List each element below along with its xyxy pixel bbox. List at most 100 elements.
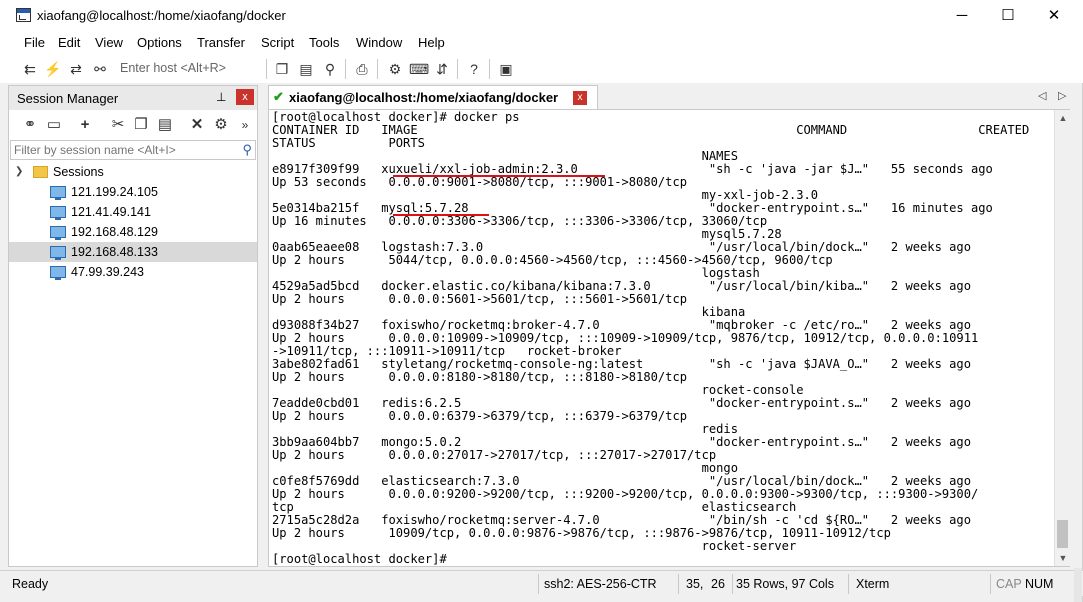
tab-icon[interactable]: ▭ — [44, 114, 64, 136]
status-row: 35, — [686, 577, 704, 591]
tab-close-button[interactable]: x — [573, 91, 587, 105]
tab-next-icon[interactable]: ▷ — [1058, 89, 1066, 102]
session-manager-close-button[interactable]: x — [236, 89, 254, 105]
sessions-folder-label: Sessions — [53, 165, 104, 179]
settings-icon[interactable]: ⚙ — [385, 59, 405, 79]
link-icon[interactable]: ⚭ — [20, 114, 40, 136]
status-bar: Ready ssh2: AES-256-CTR 35, 26 35 Rows, … — [0, 570, 1083, 596]
session-tree: ❯ Sessions 121.199.24.105 121.41.49.141 … — [9, 162, 257, 282]
quick-connect-icon[interactable]: ⚡ — [43, 59, 63, 79]
menu-options[interactable]: Options — [137, 35, 182, 50]
toolbar-separator — [377, 59, 378, 79]
status-separator — [732, 574, 733, 594]
tab-session[interactable]: ✔ xiaofang@localhost:/home/xiaofang/dock… — [268, 85, 598, 109]
monitor-icon — [50, 226, 66, 240]
keymap-icon[interactable]: ⌨ — [409, 59, 429, 79]
add-session-icon[interactable]: + — [75, 114, 95, 136]
session-label: 121.199.24.105 — [71, 185, 158, 199]
monitor-icon — [50, 246, 66, 260]
menu-window[interactable]: Window — [356, 35, 402, 50]
scroll-thumb[interactable] — [1057, 520, 1068, 548]
toolbar-separator — [266, 59, 267, 79]
status-terminal-type: Xterm — [856, 577, 890, 591]
close-button[interactable]: ✕ — [1031, 0, 1077, 31]
connect-icon[interactable]: ⇇ — [20, 59, 40, 79]
toolbar-separator — [489, 59, 490, 79]
menu-script[interactable]: Script — [261, 35, 294, 50]
status-separator — [678, 574, 679, 594]
properties-icon[interactable]: ⚙ — [211, 114, 231, 136]
session-label: 47.99.39.243 — [71, 265, 144, 279]
session-item[interactable]: 121.199.24.105 — [9, 182, 257, 202]
session-filter-input[interactable] — [11, 141, 231, 159]
help-icon[interactable]: ? — [464, 59, 484, 79]
tab-prev-icon[interactable]: ◁ — [1038, 89, 1046, 102]
status-ready: Ready — [12, 577, 49, 591]
copy-icon[interactable]: ❐ — [272, 59, 292, 79]
menu-edit[interactable]: Edit — [58, 35, 80, 50]
session-label: 192.168.48.133 — [71, 245, 158, 259]
enter-host-field[interactable]: Enter host <Alt+R> — [120, 61, 226, 75]
window-title: xiaofang@localhost:/home/xiaofang/docker — [37, 8, 286, 23]
status-col: 26 — [711, 577, 725, 591]
monitor-icon — [50, 266, 66, 280]
chevron-down-icon[interactable]: ❯ — [15, 162, 23, 182]
status-separator — [538, 574, 539, 594]
title-bar: xiaofang@localhost:/home/xiaofang/docker… — [0, 0, 1083, 31]
search-icon[interactable]: ⚲ — [242, 142, 252, 158]
resize-grip[interactable] — [1074, 568, 1082, 602]
terminal-area[interactable]: [root@localhost docker]# docker ps CONTA… — [268, 109, 1070, 567]
cut-icon[interactable]: ✂ — [108, 114, 128, 136]
status-num: NUM — [1025, 577, 1054, 591]
underline-annotation — [393, 214, 489, 216]
pin-icon[interactable]: ⊥ — [216, 90, 226, 104]
menu-view[interactable]: View — [95, 35, 123, 50]
connected-check-icon: ✔ — [273, 89, 284, 104]
paste-icon[interactable]: ▤ — [155, 114, 175, 136]
paste-icon[interactable]: ▤ — [296, 59, 316, 79]
monitor-icon — [50, 206, 66, 220]
reconnect-icon[interactable]: ⇄ — [66, 59, 86, 79]
sftp-icon[interactable]: ⇵ — [432, 59, 452, 79]
session-manager-panel: Session Manager ⊥ x ⚭ ▭ + ✂ ❐ ▤ ✕ ⚙ » ⚲ … — [8, 85, 258, 567]
menu-bar: File Edit View Options Transfer Script T… — [0, 31, 1083, 55]
menu-tools[interactable]: Tools — [309, 35, 339, 50]
securecrt-window: xiaofang@localhost:/home/xiaofang/docker… — [0, 0, 1083, 602]
menu-file[interactable]: File — [24, 35, 45, 50]
menu-transfer[interactable]: Transfer — [197, 35, 245, 50]
session-label: 192.168.48.129 — [71, 225, 158, 239]
session-label: 121.41.49.141 — [71, 205, 151, 219]
status-protocol: ssh2: AES-256-CTR — [544, 577, 657, 591]
sessions-folder[interactable]: ❯ Sessions — [9, 162, 257, 182]
session-manager-toolbar: ⚭ ▭ + ✂ ❐ ▤ ✕ ⚙ » — [9, 114, 257, 138]
session-manager-header: Session Manager ⊥ x — [9, 86, 257, 110]
minimize-button[interactable]: ─ — [939, 0, 985, 31]
delete-icon[interactable]: ✕ — [187, 114, 207, 136]
toolbar-separator — [345, 59, 346, 79]
status-size: 35 Rows, 97 Cols — [736, 577, 834, 591]
folder-icon — [33, 166, 48, 178]
vertical-scrollbar[interactable]: ▲ ▼ — [1054, 110, 1070, 566]
toolbar-separator — [457, 59, 458, 79]
disconnect-icon[interactable]: ⚯ — [90, 59, 110, 79]
menu-help[interactable]: Help — [418, 35, 445, 50]
print-icon[interactable]: ⎙ — [352, 59, 372, 79]
scroll-up-icon[interactable]: ▲ — [1055, 110, 1071, 126]
more-icon[interactable]: » — [235, 114, 255, 136]
scroll-down-icon[interactable]: ▼ — [1055, 550, 1071, 566]
maximize-button[interactable]: ☐ — [985, 0, 1031, 31]
session-item[interactable]: 47.99.39.243 — [9, 262, 257, 282]
session-item[interactable]: 121.41.49.141 — [9, 202, 257, 222]
monitor-icon — [50, 186, 66, 200]
session-item[interactable]: 192.168.48.129 — [9, 222, 257, 242]
copy-icon[interactable]: ❐ — [131, 114, 151, 136]
session-item-selected[interactable]: 192.168.48.133 — [9, 242, 257, 262]
find-icon[interactable]: ⚲ — [320, 59, 340, 79]
session-filter-field[interactable]: ⚲ — [10, 140, 256, 160]
tab-label: xiaofang@localhost:/home/xiaofang/docker — [289, 90, 559, 105]
script-icon[interactable]: ▣ — [496, 59, 516, 79]
app-icon — [16, 8, 31, 22]
underline-annotation — [393, 175, 605, 177]
tab-bar: ✔ xiaofang@localhost:/home/xiaofang/dock… — [262, 85, 1072, 109]
session-manager-title: Session Manager — [17, 91, 119, 106]
